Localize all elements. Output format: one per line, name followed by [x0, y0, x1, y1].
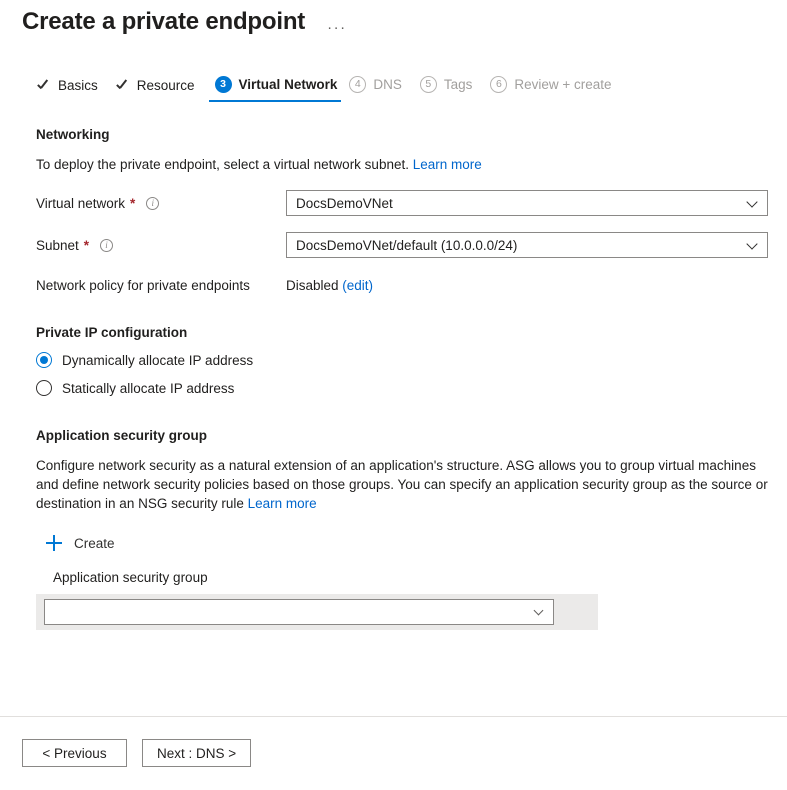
- step-badge-6: 6: [490, 76, 507, 93]
- radio-icon-selected: [36, 352, 52, 368]
- asg-create-button[interactable]: Create: [46, 535, 787, 551]
- tab-label: Tags: [444, 77, 473, 92]
- radio-label: Dynamically allocate IP address: [62, 353, 253, 368]
- asg-select[interactable]: [44, 599, 554, 625]
- subnet-select[interactable]: DocsDemoVNet/default (10.0.0.0/24): [286, 232, 768, 258]
- virtual-network-label-group: Virtual network * i: [36, 196, 286, 211]
- wizard-tabs: Basics Resource 3 Virtual Network 4 DNS …: [0, 72, 787, 102]
- info-icon[interactable]: i: [100, 239, 113, 252]
- title-bar: Create a private endpoint ···: [0, 0, 787, 36]
- subnet-label-group: Subnet * i: [36, 238, 286, 253]
- required-asterisk: *: [84, 238, 89, 253]
- required-asterisk: *: [130, 196, 135, 211]
- network-policy-edit-link[interactable]: (edit): [342, 278, 373, 293]
- plus-icon: [46, 535, 62, 551]
- virtual-network-select[interactable]: DocsDemoVNet: [286, 190, 768, 216]
- next-button[interactable]: Next : DNS >: [142, 739, 251, 767]
- footer-divider: [0, 716, 787, 717]
- check-icon: [116, 79, 130, 93]
- subnet-row: Subnet * i DocsDemoVNet/default (10.0.0.…: [36, 232, 787, 258]
- chevron-down-icon: [746, 238, 757, 249]
- tab-review-create[interactable]: 6 Review + create: [486, 72, 625, 102]
- form-content: Networking To deploy the private endpoin…: [0, 127, 787, 630]
- tab-label: Basics: [58, 78, 98, 93]
- previous-button[interactable]: < Previous: [22, 739, 127, 767]
- more-options-icon[interactable]: ···: [327, 20, 347, 35]
- virtual-network-label: Virtual network: [36, 196, 125, 211]
- asg-create-label: Create: [74, 536, 115, 551]
- check-icon: [37, 79, 51, 93]
- radio-icon-unselected: [36, 380, 52, 396]
- networking-heading: Networking: [36, 127, 787, 142]
- asg-learn-more-link[interactable]: Learn more: [248, 496, 317, 511]
- step-badge-4: 4: [349, 76, 366, 93]
- tab-resource[interactable]: Resource: [112, 74, 209, 102]
- tab-basics[interactable]: Basics: [33, 74, 112, 102]
- network-policy-value: Disabled: [286, 278, 339, 293]
- chevron-down-icon: [534, 606, 544, 616]
- asg-description-text: Configure network security as a natural …: [36, 458, 768, 511]
- virtual-network-value: DocsDemoVNet: [296, 196, 393, 211]
- asg-field-container: [36, 594, 598, 630]
- private-ip-heading: Private IP configuration: [36, 325, 787, 340]
- tab-label: DNS: [373, 77, 402, 92]
- tab-dns[interactable]: 4 DNS: [345, 72, 416, 102]
- radio-static-ip[interactable]: Statically allocate IP address: [36, 380, 787, 396]
- create-private-endpoint-page: Create a private endpoint ··· Basics Res…: [0, 0, 787, 790]
- networking-description-text: To deploy the private endpoint, select a…: [36, 157, 409, 172]
- tab-label: Resource: [137, 78, 195, 93]
- chevron-down-icon: [746, 196, 757, 207]
- tab-virtual-network[interactable]: 3 Virtual Network: [209, 72, 346, 102]
- step-badge-3: 3: [215, 76, 232, 93]
- network-policy-label: Network policy for private endpoints: [36, 278, 286, 293]
- step-badge-5: 5: [420, 76, 437, 93]
- subnet-value: DocsDemoVNet/default (10.0.0.0/24): [296, 238, 517, 253]
- asg-field-label: Application security group: [53, 570, 787, 585]
- tab-label: Review + create: [514, 77, 611, 92]
- virtual-network-row: Virtual network * i DocsDemoVNet: [36, 190, 787, 216]
- asg-description: Configure network security as a natural …: [36, 456, 771, 513]
- info-icon[interactable]: i: [146, 197, 159, 210]
- networking-learn-more-link[interactable]: Learn more: [413, 157, 482, 172]
- tab-label: Virtual Network: [239, 77, 338, 92]
- page-title: Create a private endpoint: [22, 8, 305, 36]
- networking-description: To deploy the private endpoint, select a…: [36, 155, 771, 174]
- radio-label: Statically allocate IP address: [62, 381, 234, 396]
- tab-tags[interactable]: 5 Tags: [416, 72, 487, 102]
- footer-actions: < Previous Next : DNS >: [22, 739, 251, 767]
- radio-dynamic-ip[interactable]: Dynamically allocate IP address: [36, 352, 787, 368]
- network-policy-row: Network policy for private endpoints Dis…: [36, 278, 787, 293]
- asg-heading: Application security group: [36, 428, 787, 443]
- subnet-label: Subnet: [36, 238, 79, 253]
- network-policy-value-group: Disabled (edit): [286, 278, 373, 293]
